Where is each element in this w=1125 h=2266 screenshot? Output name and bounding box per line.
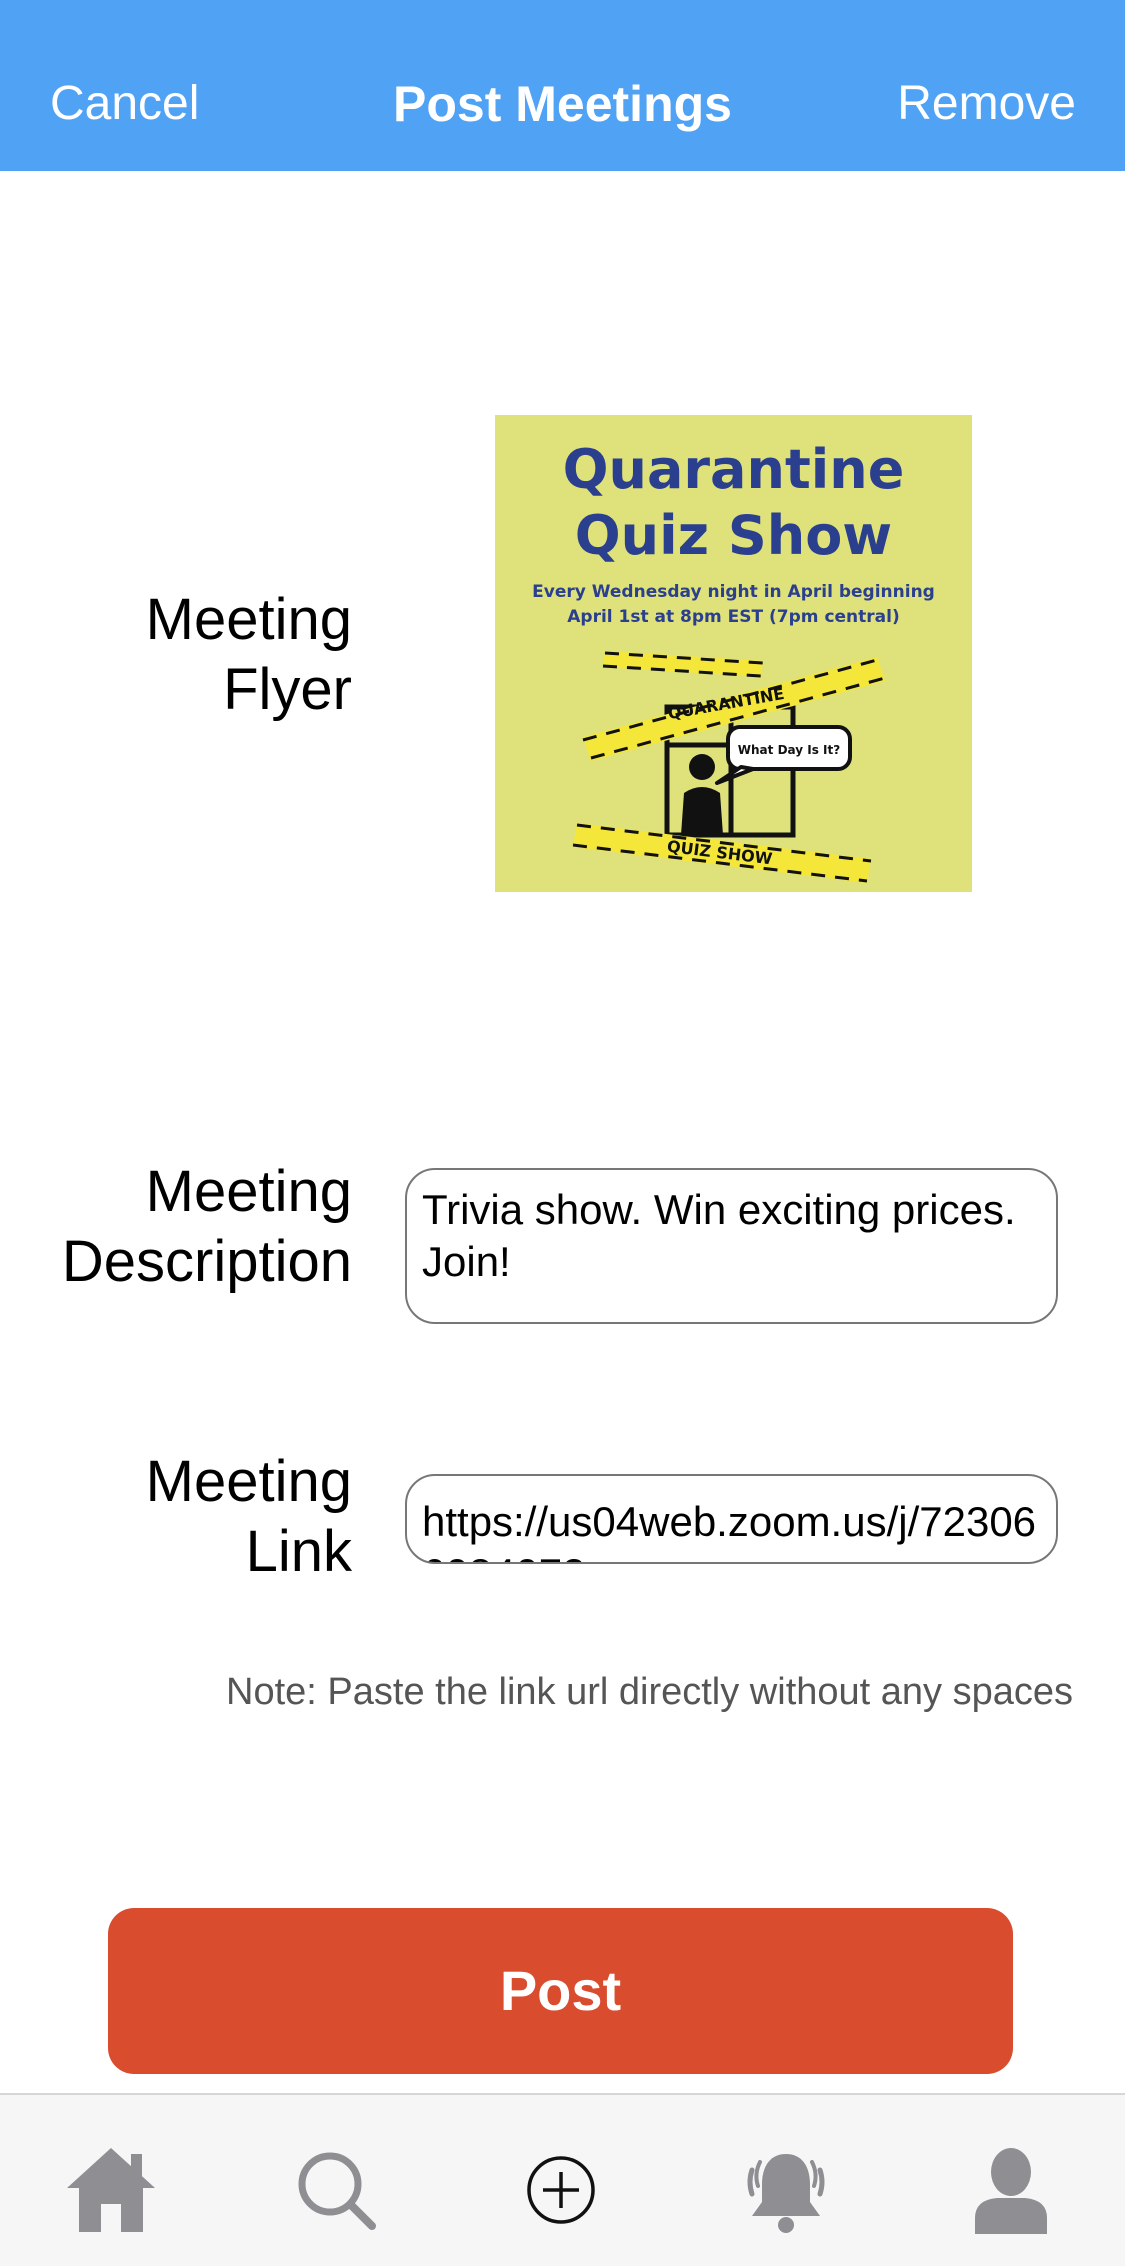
tab-profile[interactable] xyxy=(961,2140,1061,2240)
speech-bubble: What Day Is It? xyxy=(715,725,852,785)
caution-tape-top-thin xyxy=(602,651,764,678)
flyer-illustration: What Day Is It? QUARANTINE QUIZ SHOW xyxy=(572,651,886,883)
remove-button[interactable]: Remove xyxy=(897,76,1076,132)
top-navigation-bar: Cancel Post Meetings Remove xyxy=(0,0,1125,171)
cancel-button[interactable]: Cancel xyxy=(50,76,199,132)
meeting-link-label: Meeting Link xyxy=(146,1447,352,1587)
meeting-description-label-line1: Meeting xyxy=(145,1159,352,1224)
tab-notifications[interactable] xyxy=(736,2140,836,2240)
notification-bell-icon xyxy=(747,2154,825,2233)
tab-home[interactable] xyxy=(61,2140,161,2240)
meeting-link-label-line2: Link xyxy=(245,1519,352,1584)
person-silhouette xyxy=(681,754,723,835)
post-button[interactable]: Post xyxy=(108,1908,1013,2074)
meeting-description-input[interactable]: Trivia show. Win exciting prices. Join! xyxy=(405,1168,1058,1324)
tab-add[interactable] xyxy=(511,2140,611,2240)
speech-bubble-text: What Day Is It? xyxy=(738,743,840,757)
meeting-description-value: Trivia show. Win exciting prices. Join! xyxy=(422,1186,1016,1285)
meeting-flyer-image[interactable]: Quarantine Quiz Show Every Wednesday nig… xyxy=(495,415,972,892)
add-circle-icon xyxy=(527,2156,595,2224)
bottom-tab-bar xyxy=(0,2093,1125,2266)
home-icon xyxy=(67,2148,155,2232)
meeting-link-value: https://us04web.zoom.us/j/723066084072 xyxy=(422,1498,1037,1562)
profile-icon xyxy=(975,2148,1047,2234)
meeting-flyer-label: Meeting Flyer xyxy=(146,585,352,725)
tab-search[interactable] xyxy=(286,2140,386,2240)
meeting-flyer-label-line2: Flyer xyxy=(223,657,352,722)
search-icon xyxy=(298,2152,376,2230)
meeting-description-label: Meeting Description xyxy=(62,1157,352,1297)
link-note-text: Note: Paste the link url directly withou… xyxy=(226,1671,1073,1713)
meeting-description-label-line2: Description xyxy=(61,1229,352,1294)
meeting-link-input[interactable]: https://us04web.zoom.us/j/723066084072 xyxy=(405,1474,1058,1564)
meeting-link-label-line1: Meeting xyxy=(145,1449,352,1514)
meeting-flyer-label-line1: Meeting xyxy=(145,587,352,652)
